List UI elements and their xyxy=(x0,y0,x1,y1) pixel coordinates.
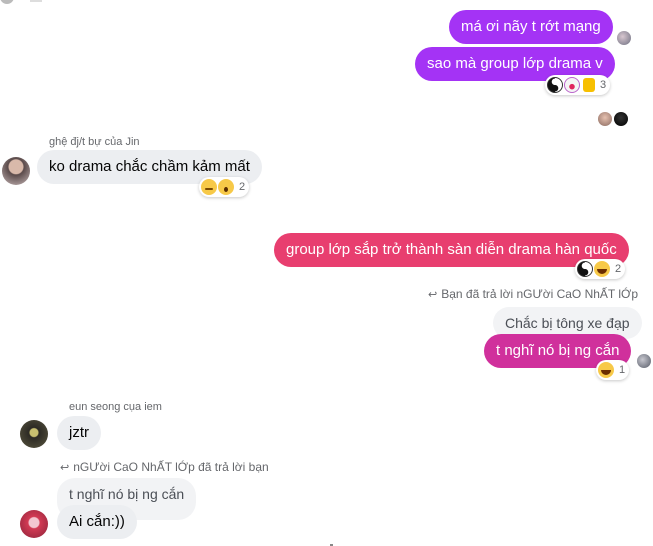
avatar xyxy=(0,0,14,4)
message-reactions[interactable]: 1 xyxy=(596,360,630,380)
reply-arrow-icon: ↩ xyxy=(60,462,70,474)
reply-note-text: Bạn đã trả lời nGƯời CaO NhẤT lỚp xyxy=(441,287,639,301)
message-bubble[interactable]: group lớp sắp trở thành sàn diễn drama h… xyxy=(274,233,629,267)
laughing-face-icon xyxy=(594,261,610,277)
read-receipt-avatar xyxy=(617,31,631,45)
avatar[interactable] xyxy=(20,420,48,448)
sender-name: eun seong cụa iem xyxy=(69,401,162,413)
seen-avatar xyxy=(614,112,628,126)
reaction-count: 2 xyxy=(239,181,246,193)
laughing-face-icon xyxy=(598,362,614,378)
reaction-count: 2 xyxy=(615,263,622,275)
avatar[interactable] xyxy=(2,157,30,185)
message-reactions[interactable]: 2 xyxy=(575,259,626,279)
thumbs-up-icon xyxy=(583,78,595,92)
reply-note: ↩ Bạn đã trả lời nGƯời CaO NhẤT lỚp xyxy=(428,287,638,301)
divider xyxy=(30,0,42,2)
reply-arrow-icon: ↩ xyxy=(428,289,438,301)
message-bubble[interactable]: má ơi nãy t rớt mạng xyxy=(449,10,613,44)
seen-avatar xyxy=(598,112,612,126)
sad-face-icon xyxy=(201,179,217,195)
avatar[interactable] xyxy=(20,510,48,538)
sender-name: ghệ đj/t bự của Jin xyxy=(49,136,140,148)
clown-icon xyxy=(564,77,580,93)
message-bubble[interactable]: jztr xyxy=(57,416,101,450)
reaction-count: 1 xyxy=(619,364,626,376)
reply-note-text: nGƯời CaO NhẤT lỚp đã trả lời bạn xyxy=(73,460,269,474)
message-bubble[interactable]: Ai cắn:)) xyxy=(57,505,137,539)
reaction-count: 3 xyxy=(600,79,607,91)
message-reactions[interactable]: 3 xyxy=(545,75,611,95)
yin-yang-icon xyxy=(577,261,593,277)
yin-yang-icon xyxy=(547,77,563,93)
wow-face-icon xyxy=(218,179,234,195)
read-receipt-avatar xyxy=(637,354,651,368)
reply-note: ↩ nGƯời CaO NhẤT lỚp đã trả lời bạn xyxy=(60,460,269,474)
message-reactions[interactable]: 2 xyxy=(199,177,250,197)
